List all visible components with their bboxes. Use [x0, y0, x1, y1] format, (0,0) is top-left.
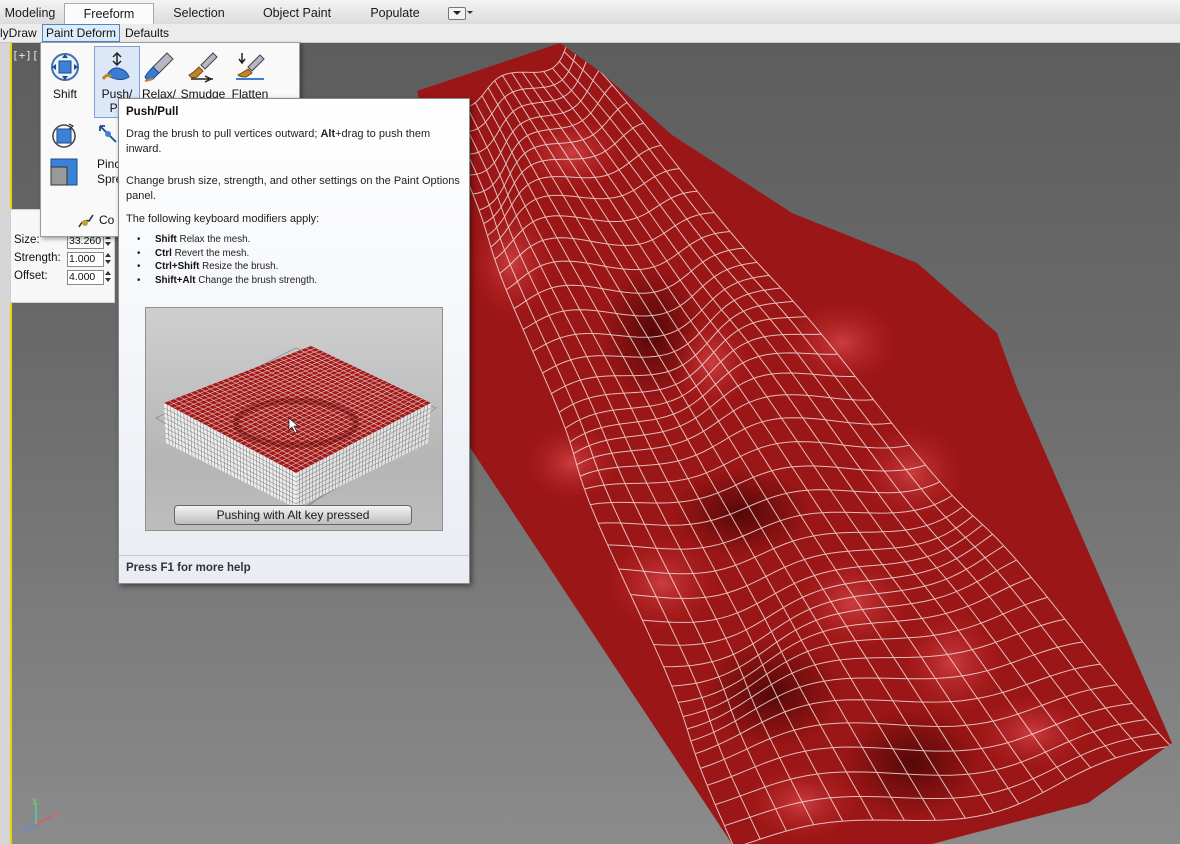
shift-tool-button[interactable]: Shift [43, 47, 87, 115]
tooltip-help-footer: Press F1 for more help [126, 562, 251, 574]
shift-tool-label: Shift [52, 87, 77, 101]
size-label: Size: [14, 234, 40, 246]
svg-text:y: y [32, 797, 38, 806]
tab-selection[interactable]: Selection [170, 0, 228, 24]
offset-label: Offset: [14, 270, 48, 282]
tab-polydraw[interactable]: lyDraw [0, 25, 37, 41]
modifier-item: Shift Relax the mesh. [135, 233, 465, 247]
relax-brush-icon [144, 52, 174, 82]
tooltip-options-note: Change brush size, strength, and other s… [126, 175, 460, 202]
offset-field[interactable]: 4.000 [67, 270, 104, 285]
tab-modeling[interactable]: Modeling [2, 0, 58, 24]
axis-gizmo-icon: y x z [22, 797, 60, 833]
strength-field[interactable]: 1.000 [67, 252, 104, 267]
modifier-item: Ctrl+Shift Resize the brush. [135, 260, 465, 274]
panel-tab-bar: lyDraw Paint Deform Defaults [0, 24, 1180, 43]
tab-defaults[interactable]: Defaults [125, 25, 169, 41]
ribbon-tab-bar: Modeling Freeform Selection Object Paint… [0, 0, 1180, 26]
shift-brush-icon [51, 53, 79, 81]
revert-brush-icon[interactable] [49, 121, 79, 151]
modifier-item: Shift+Alt Change the brush strength. [135, 274, 465, 288]
tab-paint-deform[interactable]: Paint Deform [42, 24, 121, 42]
tooltip-title: Push/Pull [126, 106, 179, 118]
offset-spinner[interactable] [105, 270, 112, 284]
tooltip-description: Drag the brush to pull vertices outward;… [126, 127, 462, 157]
mesh-fill [417, 43, 1172, 844]
flatten-brush-icon [236, 53, 265, 80]
pinch-tool-label[interactable]: Pinc [97, 157, 120, 171]
strength-spinner[interactable] [105, 252, 112, 266]
ribbon-minimize-dropdown[interactable] [448, 7, 466, 20]
tooltip-preview-image: Pushing with Alt key pressed [145, 307, 443, 531]
push-pull-brush-icon [101, 51, 130, 81]
viewport-label[interactable]: [+][ [12, 49, 39, 62]
tooltip-modifiers-intro: The following keyboard modifiers apply: [126, 213, 320, 225]
left-panel-strip [0, 43, 10, 844]
push-pull-tooltip: Push/Pull Drag the brush to pull vertice… [118, 98, 470, 584]
svg-text:z: z [22, 825, 27, 833]
smudge-brush-icon [188, 52, 218, 83]
noise-brush-icon[interactable] [49, 157, 79, 187]
conform-tool-label[interactable]: Co [99, 213, 114, 227]
pinch-spread-icon[interactable] [97, 123, 119, 145]
preview-caption: Pushing with Alt key pressed [174, 505, 412, 525]
chevron-down-icon[interactable] [467, 11, 473, 14]
strength-label: Strength: [14, 252, 61, 264]
tooltip-modifier-list: Shift Relax the mesh. Ctrl Revert the me… [135, 233, 465, 287]
conform-brush-icon[interactable] [77, 211, 97, 229]
modifier-item: Ctrl Revert the mesh. [135, 247, 465, 261]
tab-object-paint[interactable]: Object Paint [258, 0, 336, 24]
push-pull-demo-illustration [155, 346, 437, 509]
tooltip-divider [119, 555, 469, 556]
tab-populate[interactable]: Populate [366, 0, 424, 24]
tooltip-desc-text: Drag the brush to pull vertices outward; [126, 128, 321, 140]
svg-text:x: x [54, 810, 60, 820]
tooltip-desc-key: Alt [320, 128, 336, 140]
tab-freeform[interactable]: Freeform [64, 3, 154, 26]
